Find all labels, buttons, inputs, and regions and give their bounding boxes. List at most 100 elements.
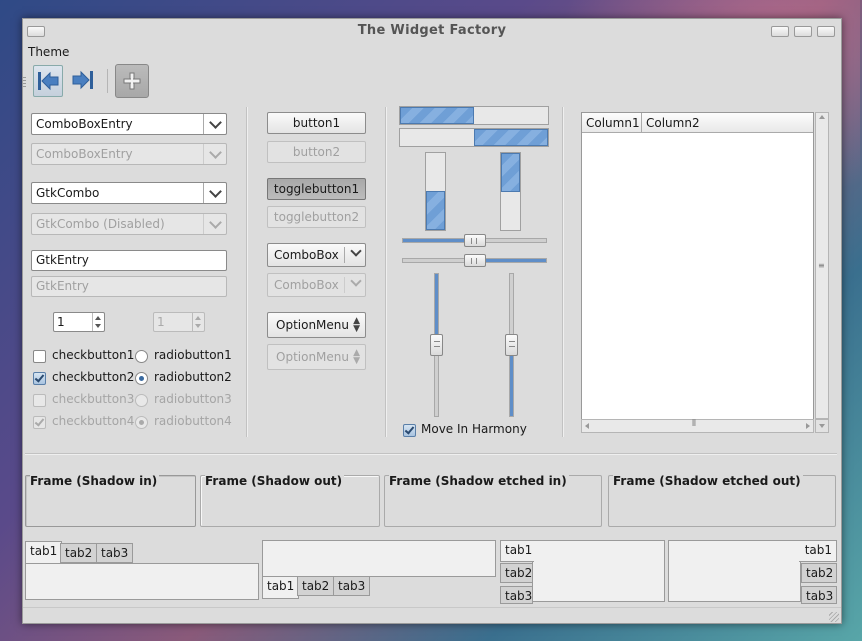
togglebutton2: togglebutton2 [267, 206, 366, 228]
checkbutton3-box [33, 394, 46, 407]
spin-button-disabled-arrows [192, 313, 204, 331]
vertical-progress-bar-1-fill [426, 191, 445, 230]
notebook-bottom-tab1[interactable]: tab1 [262, 576, 300, 599]
button1[interactable]: button1 [267, 112, 366, 134]
gtk-entry[interactable]: GtkEntry [31, 250, 227, 271]
tree-view[interactable]: Column1 Column2 [581, 112, 814, 433]
notebook-right-tab2[interactable]: tab2 [801, 563, 837, 583]
combobox-entry[interactable]: ComboBoxEntry [31, 113, 227, 135]
column-separator [385, 107, 387, 437]
updown-icon: ▲ ▼ [353, 348, 360, 366]
spin-up-icon[interactable] [95, 316, 101, 320]
add-button[interactable] [115, 64, 149, 98]
spin-button-arrows[interactable] [92, 313, 104, 331]
tree-vertical-scrollbar[interactable]: ≡ [815, 112, 829, 419]
combobox-entry-text: ComboBoxEntry [36, 117, 133, 131]
gtk-combo-disabled-dropdown [203, 214, 226, 234]
column-header-1-label: Column1 [586, 116, 640, 130]
add-icon [123, 72, 141, 90]
spin-down-icon[interactable] [95, 324, 101, 328]
radiobutton1-circle[interactable] [135, 350, 148, 363]
spin-down-icon [195, 324, 201, 328]
notebook-right-tab1[interactable]: tab1 [799, 540, 837, 562]
toolbar-separator [107, 69, 108, 93]
move-in-harmony-label: Move In Harmony [421, 422, 527, 436]
radiobutton4-circle [135, 416, 148, 429]
minimize-button[interactable] [771, 26, 789, 37]
combobox-disabled-label: ComboBox [274, 278, 339, 292]
vertical-progress-bar-1 [425, 152, 446, 231]
column-separator [562, 107, 564, 437]
tree-horizontal-scrollbar[interactable]: ⦀ [581, 419, 814, 433]
notebook-left-tab1[interactable]: tab1 [500, 540, 534, 562]
checkbutton1-box[interactable] [33, 350, 46, 363]
scroll-right-icon[interactable] [806, 423, 810, 429]
go-last-button[interactable] [69, 65, 97, 95]
checkbutton4-label: checkbutton4 [52, 414, 135, 428]
combobox-disabled-divider [344, 277, 345, 293]
menu-bar: Theme [23, 43, 841, 61]
combobox-divider [344, 247, 345, 263]
chevron-down-icon [208, 115, 222, 129]
go-first-button[interactable] [33, 65, 63, 97]
toolbar-grip[interactable] [23, 77, 26, 87]
updown-icon: ▲ ▼ [353, 316, 360, 334]
menu-theme[interactable]: Theme [28, 45, 69, 59]
notebook-left-tab3[interactable]: tab3 [500, 586, 533, 604]
frame-shadow-in-label: Frame (Shadow in) [30, 474, 160, 488]
notebook-top-tab2[interactable]: tab2 [60, 543, 98, 563]
combobox-disabled: ComboBox [267, 273, 366, 297]
hscale-2-thumb[interactable] [464, 254, 486, 267]
column-header-2[interactable]: Column2 [642, 113, 813, 133]
option-menu[interactable]: OptionMenu ▲ ▼ [267, 312, 366, 338]
chevron-down-icon [350, 245, 362, 257]
spin-button-value: 1 [57, 315, 65, 329]
notebook-bottom-tab3[interactable]: tab3 [333, 576, 371, 596]
toolbar [23, 63, 841, 99]
move-in-harmony-checkbox[interactable] [403, 424, 416, 437]
progress-bar-1-fill [400, 107, 474, 124]
scroll-up-icon[interactable] [819, 115, 825, 119]
main-window: The Widget Factory Theme ComboBoxEntry C… [22, 18, 842, 624]
spin-button[interactable]: 1 [53, 312, 105, 332]
frame-shadow-etched-in-label: Frame (Shadow etched in) [389, 474, 569, 488]
checkbutton2-box[interactable] [33, 372, 46, 385]
radiobutton1-label: radiobutton1 [154, 348, 232, 362]
column-separator [246, 107, 248, 437]
gtk-combo-dropdown[interactable] [203, 183, 226, 203]
gtk-combo-disabled: GtkCombo (Disabled) [31, 213, 227, 235]
hscale-1-thumb[interactable] [464, 234, 486, 247]
gtk-entry-disabled-text: GtkEntry [36, 279, 89, 293]
vscale-1-thumb[interactable] [430, 334, 443, 356]
progress-bar-2 [399, 128, 549, 147]
gtk-entry-disabled: GtkEntry [31, 276, 227, 297]
gtk-entry-text: GtkEntry [36, 253, 89, 267]
scroll-grip-icon: ⦀ [692, 419, 696, 429]
notebook-top-tab3[interactable]: tab3 [96, 543, 134, 563]
notebook-top-page [25, 563, 259, 600]
vscale-2-thumb[interactable] [505, 334, 518, 356]
maximize-button[interactable] [794, 26, 812, 37]
checkbutton4-box [33, 416, 46, 429]
notebook-right-page [668, 540, 801, 602]
gtk-combo[interactable]: GtkCombo [31, 182, 227, 204]
resize-grip-icon[interactable] [829, 612, 839, 622]
combobox-entry-dropdown[interactable] [203, 114, 226, 134]
notebook-top-tab1[interactable]: tab1 [25, 541, 63, 564]
radiobutton2-circle[interactable] [135, 372, 148, 385]
scroll-down-button[interactable] [815, 419, 829, 433]
notebook-left-tab2[interactable]: tab2 [500, 563, 533, 583]
progress-bar-1 [399, 106, 549, 125]
notebook-bottom-tab2[interactable]: tab2 [297, 576, 335, 596]
chevron-down-icon [208, 184, 222, 198]
scroll-left-icon[interactable] [585, 423, 589, 429]
chevron-down-icon [350, 275, 362, 287]
close-button[interactable] [817, 26, 835, 37]
combobox-entry-disabled: ComboBoxEntry [31, 143, 227, 165]
column-header-1[interactable]: Column1 [582, 113, 642, 133]
combobox[interactable]: ComboBox [267, 243, 366, 267]
notebook-right-tab3[interactable]: tab3 [801, 586, 837, 604]
checkbutton2-label: checkbutton2 [52, 370, 135, 384]
chevron-down-icon [208, 145, 222, 159]
togglebutton1[interactable]: togglebutton1 [267, 178, 366, 200]
